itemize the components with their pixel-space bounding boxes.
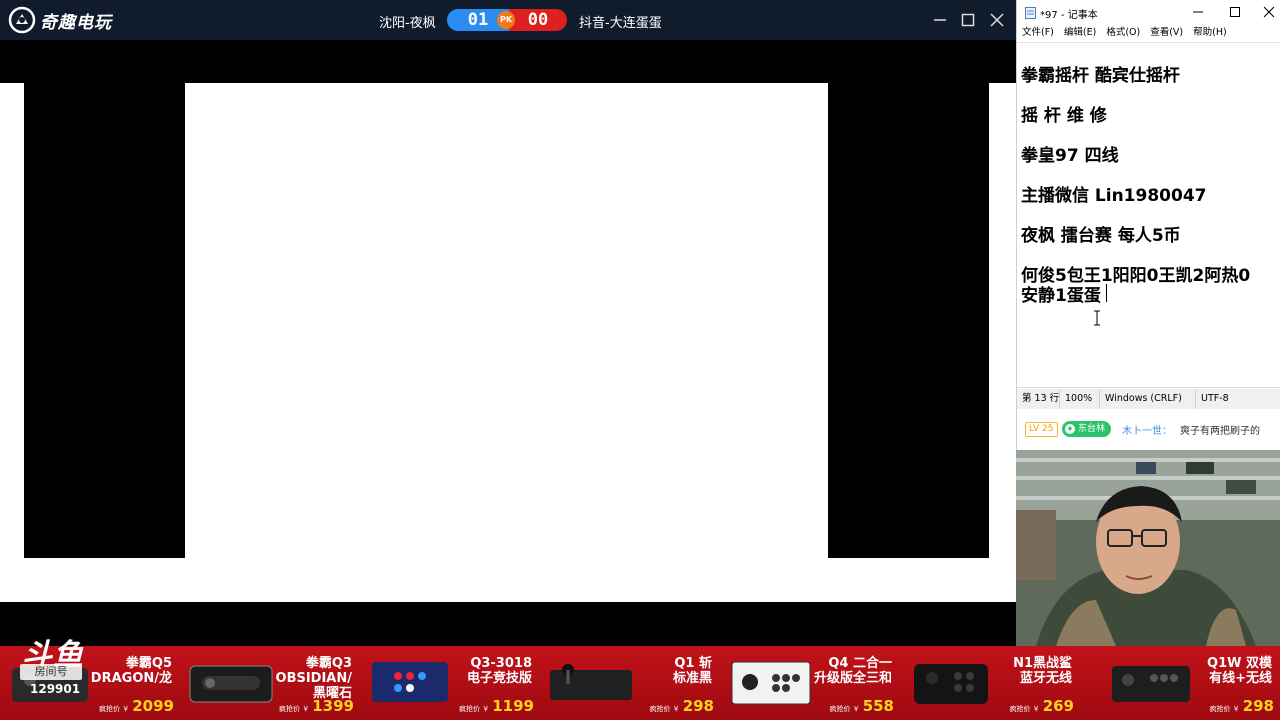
price-value: 1199 [492,697,534,715]
game-app-titlebar: 奇趣电玩 沈阳-夜枫 01 00 PK 抖音-大连蛋蛋 [0,0,1016,40]
product-name: Q1W 双模 有线+无线 [1207,656,1272,686]
arcade-stick-icon [189,665,273,703]
price-value: 1399 [312,697,354,715]
price-value: 2099 [132,697,174,715]
notepad-text-area[interactable]: 拳霸摇杆 酷宾仕摇杆 摇 杆 维 修 拳皇97 四线 主播微信 Lin19800… [1017,42,1280,388]
douyu-room-badge: 斗鱼 房间号 129901 [16,628,96,700]
user-level-badge: LV 25 [1025,422,1058,437]
arcade-stick-icon [550,664,632,700]
product-price: 疯抢价 ￥ 298 [649,697,714,715]
price-value: 558 [862,697,894,715]
menu-edit[interactable]: 编辑(E) [1064,24,1096,42]
product-name: Q1 斩 标准黑 [672,656,712,686]
text-line: 摇 杆 维 修 [1021,106,1107,126]
notepad-icon [1025,7,1036,19]
product-banner: 拳霸Q5 DRAGON/龙 疯抢价 ￥ 2099 拳霸Q3 OBSIDIAN/ 黑… [0,646,1280,720]
product-card[interactable]: 拳霸Q3 OBSIDIAN/ 黑曜石 疯抢价 ￥ 1399 [180,646,360,720]
product-card[interactable]: Q4 二合一 升级版全三和 疯抢价 ￥ 558 [720,646,900,720]
price-label: 疯抢价 ￥ [829,705,860,713]
close-icon[interactable] [1262,5,1276,19]
price-label: 疯抢价 ￥ [1009,705,1040,713]
product-name: Q4 二合一 升级版全三和 [813,656,892,686]
product-price: 疯抢价 ￥ 269 [1009,697,1074,715]
game-pillar-right [828,83,989,558]
stream-overlay: 奇趣电玩 沈阳-夜枫 01 00 PK 抖音-大连蛋蛋 *97 - 记事本 文件… [0,0,1280,720]
notepad-titlebar: *97 - 记事本 [1017,0,1280,24]
product-card[interactable]: Q1 斩 标准黑 疯抢价 ￥ 298 [540,646,720,720]
fan-badge-icon: ♦ [1065,424,1075,434]
ibeam-cursor-icon [1094,310,1100,326]
logo-icon [8,6,36,34]
arcade-stick-icon [731,661,811,705]
maximize-icon[interactable] [1228,5,1242,19]
status-line-ending: Windows (CRLF) [1099,389,1182,409]
text-line: 夜枫 擂台赛 每人5币 [1021,226,1181,246]
game-viewport [0,40,1016,602]
player-left-name: 沈阳-夜枫 [379,16,436,31]
text-line: 拳皇97 四线 [1021,146,1119,166]
notepad-window: *97 - 记事本 文件(F) 编辑(E) 格式(O) 查看(V) 帮助(H) … [1016,0,1280,409]
room-number-label: 房间号 [20,664,82,680]
product-name: 拳霸Q5 DRAGON/龙 [90,656,172,686]
status-position: 第 13 行 [1022,393,1060,404]
chat-text: 爽子有两把刷子的 [1180,426,1260,437]
maximize-icon[interactable] [959,11,977,29]
price-label: 疯抢价 ￥ [459,705,490,713]
pk-badge: PK [497,11,515,29]
status-encoding: UTF-8 [1195,389,1229,409]
game-pillar-left [24,83,185,558]
product-price: 疯抢价 ￥ 298 [1209,697,1274,715]
product-card[interactable]: Q3-3018 电子竞技版 疯抢价 ￥ 1199 [360,646,540,720]
price-label: 疯抢价 ￥ [279,705,310,713]
text-caret [1106,284,1107,302]
product-name: Q3-3018 电子竞技版 [466,656,532,686]
minimize-icon[interactable] [1191,5,1205,19]
minimize-icon[interactable] [931,11,949,29]
text-line: 主播微信 Lin1980047 [1021,186,1207,206]
price-value: 269 [1042,697,1074,715]
notepad-menubar: 文件(F) 编辑(E) 格式(O) 查看(V) 帮助(H) [1017,24,1280,42]
webcam-image [1016,450,1280,646]
text-line: 安静1蛋蛋 [1021,286,1101,306]
product-name: 拳霸Q3 OBSIDIAN/ 黑曜石 [275,656,352,701]
room-number: 129901 [30,682,81,696]
product-price: 疯抢价 ￥ 1199 [459,697,534,715]
product-price: 疯抢价 ￥ 558 [829,697,894,715]
score-right: 00 [509,9,567,31]
chat-username: 木卜一世： [1122,426,1172,437]
logo-text: 奇趣电玩 [40,12,112,33]
arcade-stick-icon [372,662,448,702]
price-value: 298 [1242,697,1274,715]
close-icon[interactable] [988,11,1006,29]
product-price: 疯抢价 ￥ 2099 [99,697,174,715]
menu-format[interactable]: 格式(O) [1106,24,1140,42]
product-name: N1黑战鲨 蓝牙无线 [1013,656,1072,686]
player-right-name: 抖音-大连蛋蛋 [579,16,662,31]
webcam-feed [1016,450,1280,646]
menu-file[interactable]: 文件(F) [1022,24,1054,42]
price-label: 疯抢价 ￥ [99,705,130,713]
menu-view[interactable]: 查看(V) [1150,24,1183,42]
text-line: 拳霸摇杆 酷宾仕摇杆 [1021,66,1180,86]
price-label: 疯抢价 ￥ [1209,705,1240,713]
arcade-stick-icon [914,664,988,704]
menu-help[interactable]: 帮助(H) [1193,24,1227,42]
price-value: 298 [682,697,714,715]
arcade-stick-icon [1112,666,1190,702]
chat-message: LV 25 ♦ 东台林 木卜一世： 爽子有两把刷子的 [1016,409,1280,450]
product-card[interactable]: N1黑战鲨 蓝牙无线 疯抢价 ￥ 269 [900,646,1080,720]
fan-badge: ♦ 东台林 [1062,421,1112,437]
app-logo: 奇趣电玩 [8,6,112,34]
notepad-statusbar: 第 13 行 100% Windows (CRLF) UTF-8 [1017,389,1280,409]
product-card[interactable]: Q1W 双模 有线+无线 疯抢价 ￥ 298 [1100,646,1280,720]
notepad-title: *97 - 记事本 [1040,10,1098,21]
fan-badge-label: 东台林 [1078,424,1106,434]
product-price: 疯抢价 ￥ 1399 [279,697,354,715]
status-zoom: 100% [1059,389,1092,409]
price-label: 疯抢价 ￥ [649,705,680,713]
